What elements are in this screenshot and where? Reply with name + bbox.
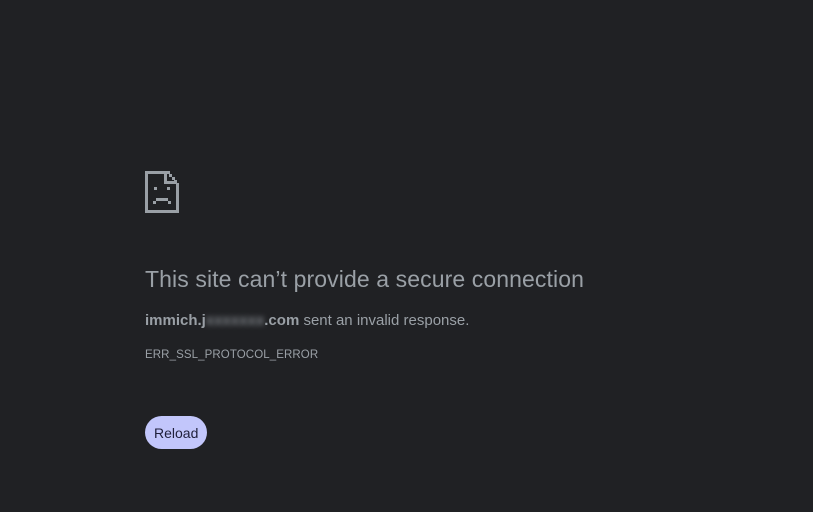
- host-redacted: xxxxxxx: [205, 312, 265, 329]
- host-name: immich.jxxxxxxx.com: [145, 312, 299, 329]
- error-page: This site can’t provide a secure connect…: [0, 0, 813, 512]
- host-suffix: .com: [264, 312, 300, 329]
- reload-button[interactable]: Reload: [145, 416, 208, 449]
- page-title: This site can’t provide a secure connect…: [145, 266, 584, 292]
- error-code: ERR_SSL_PROTOCOL_ERROR: [145, 349, 319, 361]
- error-message: immich.jxxxxxxx.com sent an invalid resp…: [145, 311, 765, 331]
- error-content: This site can’t provide a secure connect…: [145, 171, 765, 363]
- host-prefix: immich.j: [145, 312, 206, 329]
- message-text: sent an invalid response.: [299, 312, 470, 329]
- sad-page-icon: [145, 171, 765, 213]
